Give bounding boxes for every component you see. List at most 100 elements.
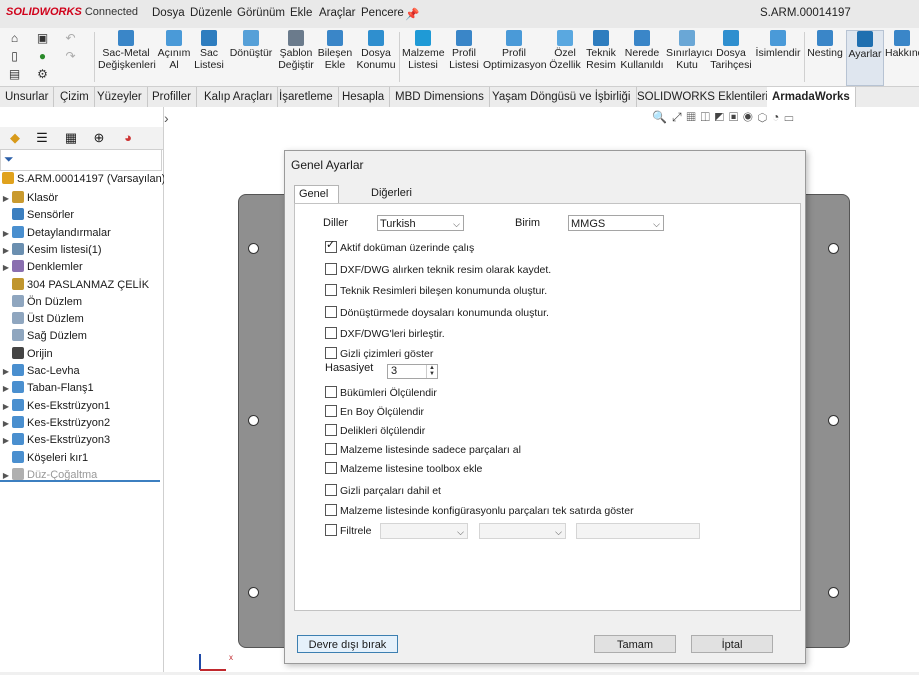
tree-item[interactable]: Üst Düzlem [0,311,84,328]
option-include-hidden-parts[interactable]: Gizli parçaları dahil et [325,484,441,497]
checkbox[interactable] [325,327,337,339]
tree-item[interactable]: ▶ Kes-Ekstrüzyon3 [0,432,110,449]
option-drawings-at-component-location[interactable]: Teknik Resimleri bileşen konumunda oluşt… [325,284,547,297]
ribbon-button-add-component[interactable]: Bileşen Ekle [317,30,353,84]
menu-edit[interactable]: Düzenle [190,7,232,19]
ribbon-button-profile-optimization[interactable]: Profil Optimizasyon [483,30,547,84]
tree-item[interactable]: ▶ Denklemler [0,259,83,276]
rebuild-icon[interactable]: ● [36,50,49,63]
option-bom-parts-only[interactable]: Malzeme listesinde sadece parçaları al [325,443,521,456]
tab-features[interactable]: Unsurlar [0,87,55,107]
ribbon-button-template[interactable]: Şablon Değiştir [276,30,316,84]
menu-tools[interactable]: Araçlar [319,7,355,19]
expand-arrow-icon[interactable]: ▶ [0,398,12,415]
feature-tree-tab-icon[interactable]: ◆ [6,130,24,146]
ribbon-button-settings[interactable]: Ayarlar [846,30,884,86]
disable-button[interactable]: Devre dışı bırak [297,635,398,653]
tree-item[interactable]: ▶ Detaylandırmalar [0,225,111,242]
stepper-arrows-icon[interactable]: ▲ ▼ [426,365,437,378]
checkbox[interactable] [325,405,337,417]
ribbon-button-rename[interactable]: İsimlendir [754,30,802,84]
option-dimension-holes[interactable]: Delikleri ölçülendir [325,424,425,437]
tab-sketch[interactable]: Çizim [55,87,95,107]
expand-arrow-icon[interactable]: ▶ [0,380,12,397]
option-convert-at-file-location[interactable]: Dönüştürmede doysaları konumunda oluştur… [325,306,549,319]
property-manager-tab-icon[interactable]: ☰ [33,130,51,146]
filter-select-2[interactable]: ⌵ [479,523,566,539]
tab-mold-tools[interactable]: Kalıp Araçları [199,87,279,107]
ribbon-button-file-location[interactable]: Dosya Konumu [355,30,397,84]
ribbon-button-sheet-list[interactable]: Sac Listesi [193,30,225,84]
tab-evaluate[interactable]: Hesapla [337,87,391,107]
option-save-dxf-as-drawing[interactable]: DXF/DWG alırken teknik resim olarak kayd… [325,263,551,276]
undo-icon[interactable]: ↶ [64,32,77,45]
dimxpert-tab-icon[interactable]: ⊕ [90,130,108,146]
tree-filter-input[interactable]: ⏷ [0,149,162,171]
option-dimension-bends[interactable]: Bükümleri Ölçülendir [325,386,437,399]
configuration-tab-icon[interactable]: ▦ [62,130,80,146]
tab-mbd-dimensions[interactable]: MBD Dimensions [390,87,490,107]
tree-item[interactable]: ▶ Kesim listesi(1) [0,242,102,259]
redo-icon[interactable]: ↷ [64,50,77,63]
open-icon[interactable]: ▤ [8,68,21,81]
checkbox[interactable] [325,263,337,275]
tab-lifecycle[interactable]: Yaşam Döngüsü ve İşbirliği [487,87,637,107]
tab-markup[interactable]: İşaretleme [274,87,339,107]
collapse-panel-chevron-icon[interactable]: › [164,110,169,126]
language-select[interactable]: Turkish ⌵ [377,215,464,231]
checkbox[interactable] [325,306,337,318]
solidworks-logo[interactable]: SOLIDWORKS Connected [6,6,138,18]
ok-button[interactable]: Tamam [594,635,676,653]
checkbox[interactable] [325,239,337,253]
tab-armadaworks[interactable]: ArmadaWorks [767,87,856,107]
filter-select-1[interactable]: ⌵ [380,523,468,539]
ribbon-button-convert[interactable]: Dönüştür [228,30,274,84]
home-icon[interactable]: ⌂ [8,32,21,45]
tree-root[interactable]: S.ARM.00014197 (Varsayılan) < [0,171,175,188]
tree-item[interactable]: Orijin [0,346,53,363]
ribbon-button-file-history[interactable]: Dosya Tarihçesi [710,30,752,84]
expand-arrow-icon[interactable]: ▶ [0,415,12,432]
ribbon-button-bom[interactable]: Malzeme Listesi [402,30,445,84]
option-configured-parts-single-row[interactable]: Malzeme listesinde konfigürasyonlu parça… [325,504,634,517]
precision-stepper[interactable]: 3 ▲ ▼ [387,364,438,379]
tab-profiles[interactable]: Profiller [147,87,197,107]
save-icon[interactable]: ▣ [36,32,49,45]
expand-arrow-icon[interactable]: ▶ [0,259,12,276]
ribbon-button-where-used[interactable]: Nerede Kullanıldı [620,30,664,84]
tree-item[interactable]: 304 PASLANMAZ ÇELİK [0,277,149,294]
checkbox[interactable] [325,347,337,359]
checkbox[interactable] [325,524,337,536]
new-icon[interactable]: ▯ [8,50,21,63]
menu-insert[interactable]: Ekle [290,7,312,19]
ribbon-button-drawing[interactable]: Teknik Resim [584,30,618,84]
checkbox[interactable] [325,462,337,474]
menu-file[interactable]: Dosya [152,7,185,19]
tree-item[interactable]: ▶ Klasör [0,190,58,207]
unit-select[interactable]: MMGS ⌵ [568,215,664,231]
ribbon-button-unfold[interactable]: Açınım Al [156,30,192,84]
option-filter[interactable]: Filtrele [325,524,372,537]
tab-others[interactable]: Diğerleri [367,185,416,202]
options-gear-icon[interactable]: ⚙ [36,68,49,81]
tree-item[interactable]: ▶ Kes-Ekstrüzyon2 [0,415,110,432]
checkbox[interactable] [325,443,337,455]
display-manager-tab-icon[interactable]: ◕ [119,130,137,146]
tree-item[interactable]: Sensörler [0,207,74,224]
option-merge-dxf[interactable]: DXF/DWG'leri birleştir. [325,327,445,340]
tab-surfaces[interactable]: Yüzeyler [92,87,148,107]
heads-up-view-toolbar[interactable]: 🔍⤢▦◫◩▣◉⬡◔▭ [652,110,912,128]
cancel-button[interactable]: İptal [691,635,773,653]
tree-item[interactable]: Köşeleri kır1 [0,450,88,467]
ribbon-button-nesting[interactable]: Nesting [807,30,843,84]
menu-view[interactable]: Görünüm [237,7,285,19]
ribbon-button-bounding-box[interactable]: Sınırlayıcı Kutu [666,30,713,84]
rollback-bar[interactable] [0,480,160,482]
expand-arrow-icon[interactable]: ▶ [0,363,12,380]
filter-text-input[interactable] [576,523,700,539]
menu-window[interactable]: Pencere [361,7,404,19]
pin-icon[interactable]: 📌 [405,7,419,21]
checkbox[interactable] [325,386,337,398]
ribbon-button-custom-property[interactable]: Özel Özellik [548,30,582,84]
tree-item[interactable]: ▶ Taban-Flanş1 [0,380,94,397]
